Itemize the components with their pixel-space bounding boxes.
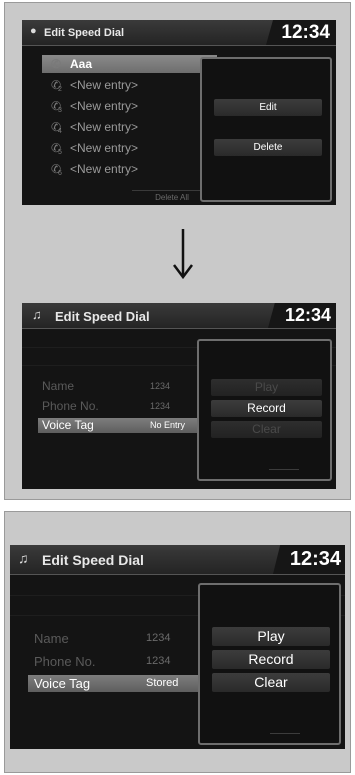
screen-title: Edit Speed Dial: [55, 309, 150, 324]
popup-footer: [269, 469, 299, 475]
phone-number-field-row[interactable]: Phone No. 1234: [28, 653, 206, 670]
voice-tag-field-row[interactable]: Voice Tag No Entry: [38, 418, 203, 433]
voice-tag-options-popup: Play Record Clear: [197, 339, 332, 481]
speed-dial-entry[interactable]: ✆ 4 <New entry>: [42, 118, 217, 136]
screen-title: Edit Speed Dial: [44, 27, 125, 39]
field-label: Voice Tag: [42, 418, 94, 432]
clock: 12:34: [266, 20, 336, 45]
name-field-row[interactable]: Name 1234: [38, 379, 203, 394]
entry-label: <New entry>: [70, 120, 139, 134]
entry-label: <New entry>: [70, 141, 139, 155]
record-button[interactable]: Record: [211, 400, 322, 417]
delete-button[interactable]: Delete: [214, 139, 322, 156]
speed-dial-entry[interactable]: ✆ Aaa: [42, 55, 217, 73]
speed-dial-entry[interactable]: ✆ 6 <New entry>: [42, 160, 217, 178]
options-popup: Edit Delete: [200, 57, 332, 202]
speed-dial-entry[interactable]: ✆ 2 <New entry>: [42, 76, 217, 94]
field-value: 1234: [150, 401, 171, 411]
entry-number: 6: [58, 170, 62, 177]
title-bar: ♫ Edit Speed Dial 12:34: [10, 545, 345, 575]
entry-label: <New entry>: [70, 99, 139, 113]
clear-button[interactable]: Clear: [212, 673, 330, 692]
name-field-row[interactable]: Name 1234: [28, 630, 206, 647]
play-button[interactable]: Play: [212, 627, 330, 646]
screen-title: Edit Speed Dial: [42, 552, 144, 568]
settings-dot-icon: ●: [30, 25, 37, 37]
title-bar: ♫ Edit Speed Dial 12:34: [22, 303, 336, 329]
field-label: Phone No.: [34, 654, 96, 669]
field-label: Phone No.: [42, 399, 99, 413]
voice-tag-options-popup: Play Record Clear: [198, 583, 341, 745]
field-label: Name: [34, 631, 69, 646]
entry-label: Aaa: [70, 57, 93, 71]
field-value: No Entry: [150, 420, 186, 430]
edit-speed-dial-list-screen: ● Edit Speed Dial 12:34 ✆ Aaa ✆ 2 <New e…: [22, 20, 336, 205]
play-button[interactable]: Play: [211, 379, 322, 396]
clock: 12:34: [268, 303, 336, 328]
entry-label: <New entry>: [70, 162, 139, 176]
music-note-icon: ♫: [18, 550, 29, 566]
field-value: 1234: [150, 381, 171, 391]
field-label: Name: [42, 379, 75, 393]
field-value: 1234: [146, 632, 171, 644]
title-bar: ● Edit Speed Dial 12:34: [22, 20, 336, 46]
edit-speed-dial-stored-screen: ♫ Edit Speed Dial 12:34 Name 1234 Phone …: [10, 545, 345, 749]
field-value: 1234: [146, 655, 171, 667]
edit-button[interactable]: Edit: [214, 99, 322, 116]
phone-handset-icon: ✆: [51, 57, 62, 71]
phone-number-field-row[interactable]: Phone No. 1234: [38, 399, 203, 414]
field-label: Voice Tag: [34, 676, 91, 691]
edit-speed-dial-detail-screen: ♫ Edit Speed Dial 12:34 Name 1234 Phone …: [22, 303, 336, 489]
popup-footer: [270, 733, 300, 739]
clock: 12:34: [273, 545, 345, 574]
field-value: Stored: [146, 677, 179, 689]
clear-button[interactable]: Clear: [211, 421, 322, 438]
record-button[interactable]: Record: [212, 650, 330, 669]
voice-tag-field-row[interactable]: Voice Tag Stored: [28, 675, 206, 692]
down-arrow-icon: [173, 229, 193, 280]
entry-label: <New entry>: [70, 78, 139, 92]
speed-dial-entry[interactable]: ✆ 5 <New entry>: [42, 139, 217, 157]
music-note-icon: ♫: [32, 307, 42, 322]
speed-dial-entry[interactable]: ✆ 3 <New entry>: [42, 97, 217, 115]
